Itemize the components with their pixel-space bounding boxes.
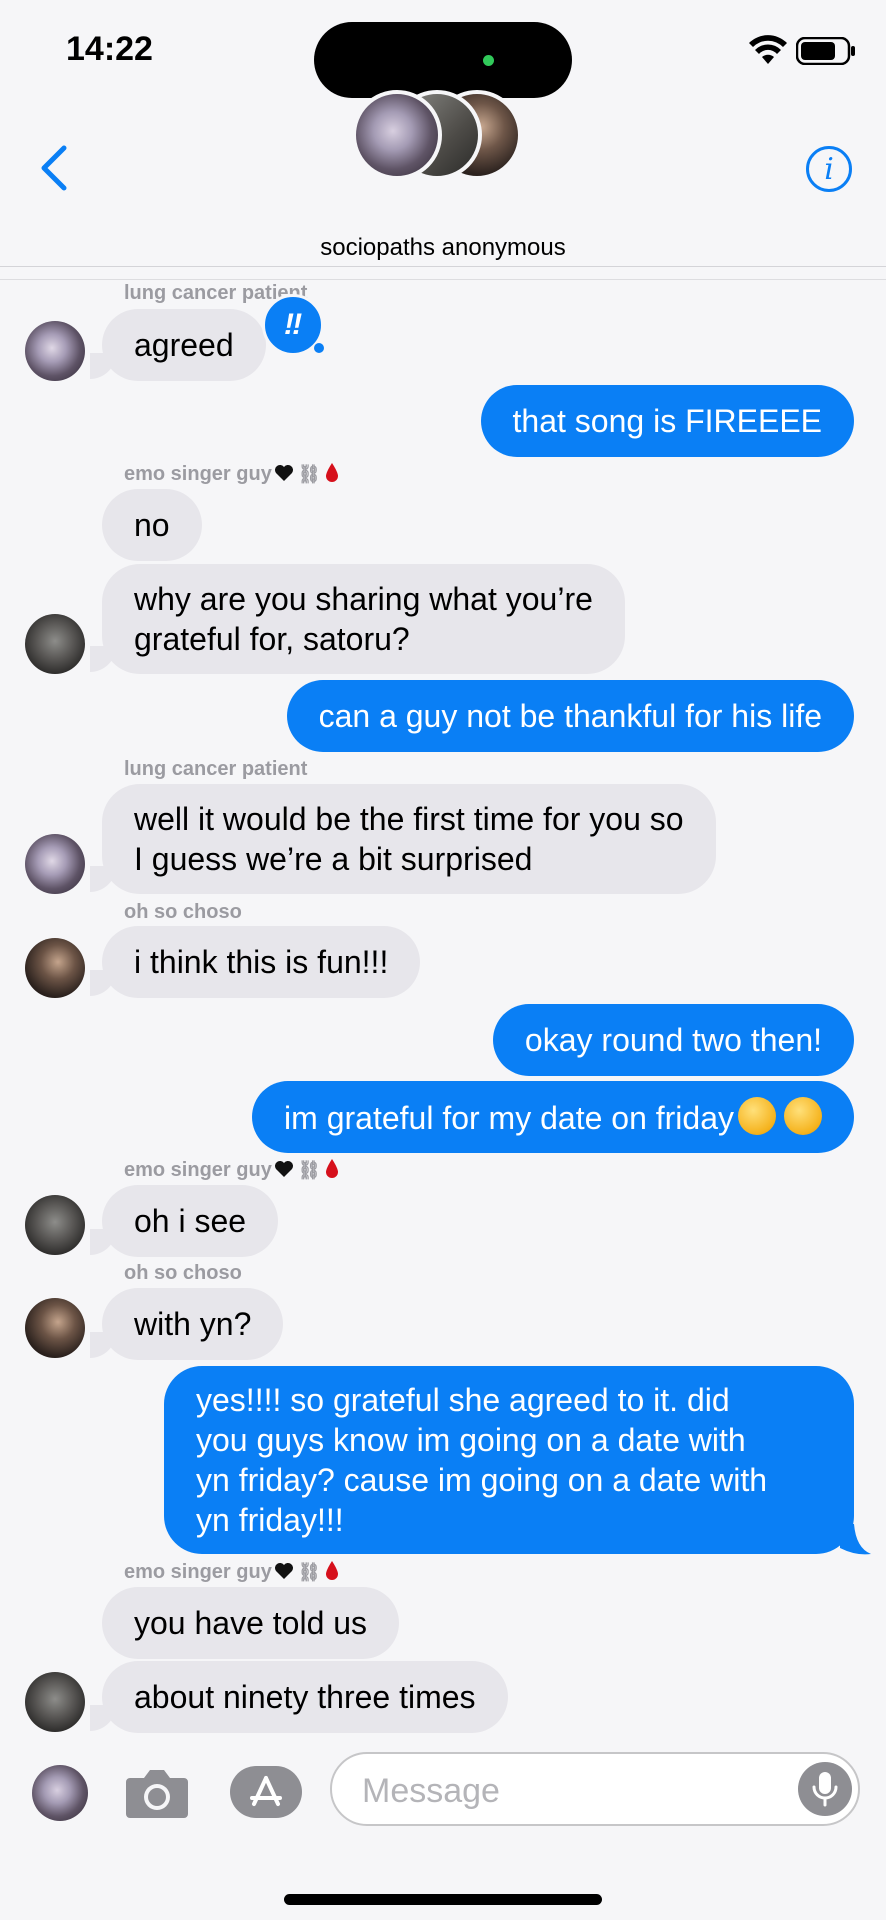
sender-name: lung cancer patient	[124, 758, 308, 780]
message-line: grateful for, satoru?	[134, 621, 410, 657]
avatar-lung-cancer-patient[interactable]	[25, 321, 85, 381]
blood-drop-icon	[325, 1561, 338, 1580]
message-bubble-outgoing[interactable]: can a guy not be thankful for his life	[286, 680, 854, 752]
status-time: 14:22	[66, 30, 153, 68]
sender-name: emo singer guy ⛓	[124, 462, 339, 486]
message-field[interactable]	[330, 1752, 860, 1826]
sender-name-text: emo singer guy	[124, 1159, 272, 1181]
microphone-glyph-icon	[812, 1772, 838, 1807]
blood-drop-icon	[325, 1159, 338, 1178]
bubble-tail-outgoing	[840, 1524, 871, 1555]
microphone-icon[interactable]	[798, 1762, 852, 1816]
sender-name-text: emo singer guy	[124, 1561, 272, 1583]
sender-name: emo singer guy ⛓	[124, 1158, 339, 1182]
sender-name: oh so choso	[124, 1262, 242, 1284]
face-with-hand-over-mouth-icon	[784, 1097, 822, 1135]
header-divider-2	[0, 279, 886, 280]
avatar-emo-singer-guy[interactable]	[25, 1195, 85, 1255]
message-bubble-outgoing[interactable]: yes!!!! so grateful she agreed to it. di…	[164, 1366, 854, 1554]
message-bubble-incoming[interactable]: agreed	[102, 309, 266, 381]
avatar-emo-singer-guy[interactable]	[25, 614, 85, 674]
group-avatar-1[interactable]	[352, 90, 442, 180]
sender-name: emo singer guy ⛓	[124, 1560, 339, 1584]
avatar-oh-so-choso[interactable]	[25, 938, 85, 998]
message-bubble-incoming[interactable]: no	[102, 489, 202, 561]
message-line: yn friday!!!	[196, 1502, 344, 1538]
bubble-tail	[90, 1332, 116, 1358]
chain-icon: ⛓	[297, 464, 321, 484]
message-bubble-outgoing[interactable]: im grateful for my date on friday	[252, 1081, 854, 1153]
message-bubble-outgoing[interactable]: that song is FIREEEE	[480, 385, 854, 457]
header-divider	[0, 266, 886, 267]
bubble-tail	[90, 866, 116, 892]
message-input[interactable]	[360, 1768, 784, 1814]
chat-title[interactable]: sociopaths anonymous	[0, 234, 886, 262]
message-line: I guess we’re a bit surprised	[134, 841, 533, 877]
wifi-icon	[749, 35, 787, 64]
blood-drop-icon	[325, 463, 338, 482]
message-line: well it would be the first time for you …	[134, 801, 684, 837]
message-bubble-incoming[interactable]: you have told us	[102, 1587, 400, 1659]
message-line: why are you sharing what you’re	[134, 581, 593, 617]
info-icon[interactable]: i	[806, 146, 852, 192]
black-heart-icon	[274, 465, 293, 481]
camera-indicator-icon	[483, 55, 494, 66]
avatar-emo-singer-guy[interactable]	[25, 1672, 85, 1732]
avatar-lung-cancer-patient[interactable]	[25, 834, 85, 894]
message-text: im grateful for my date on friday	[284, 1100, 734, 1136]
home-indicator[interactable]	[284, 1894, 602, 1905]
chain-icon: ⛓	[297, 1562, 321, 1582]
bubble-tail	[90, 970, 116, 996]
message-bubble-incoming[interactable]: i think this is fun!!!	[102, 926, 421, 998]
bubble-tail	[90, 1705, 116, 1731]
bubble-tail	[90, 353, 116, 379]
chain-icon: ⛓	[297, 1160, 321, 1180]
message-bubble-incoming[interactable]: why are you sharing what you’re grateful…	[102, 564, 625, 674]
message-bubble-incoming[interactable]: with yn?	[102, 1288, 284, 1360]
message-line: yes!!!! so grateful she agreed to it. di…	[196, 1382, 730, 1418]
message-bubble-outgoing[interactable]: okay round two then!	[492, 1004, 854, 1076]
avatar-oh-so-choso[interactable]	[25, 1298, 85, 1358]
tapback-dot	[314, 343, 324, 353]
black-heart-icon	[274, 1563, 293, 1579]
sender-name-text: emo singer guy	[124, 463, 272, 485]
app-store-icon[interactable]	[230, 1766, 302, 1818]
app-store-glyph-icon	[250, 1776, 282, 1806]
message-line: you guys know im going on a date with	[196, 1422, 746, 1458]
message-bubble-incoming[interactable]: about ninety three times	[102, 1661, 508, 1733]
message-bubble-incoming[interactable]: oh i see	[102, 1185, 279, 1257]
face-with-hand-over-mouth-icon	[738, 1097, 776, 1135]
message-line: yn friday? cause im going on a date with	[196, 1462, 767, 1498]
message-bubble-incoming[interactable]: well it would be the first time for you …	[102, 784, 716, 894]
black-heart-icon	[274, 1161, 293, 1177]
camera-icon[interactable]	[124, 1764, 190, 1820]
sender-name: oh so choso	[124, 901, 242, 923]
my-avatar[interactable]	[32, 1765, 88, 1821]
back-chevron-icon[interactable]	[36, 142, 72, 194]
dynamic-island	[314, 22, 572, 98]
bubble-tail	[90, 646, 116, 672]
bubble-tail	[90, 1229, 116, 1255]
battery-icon	[796, 37, 855, 65]
